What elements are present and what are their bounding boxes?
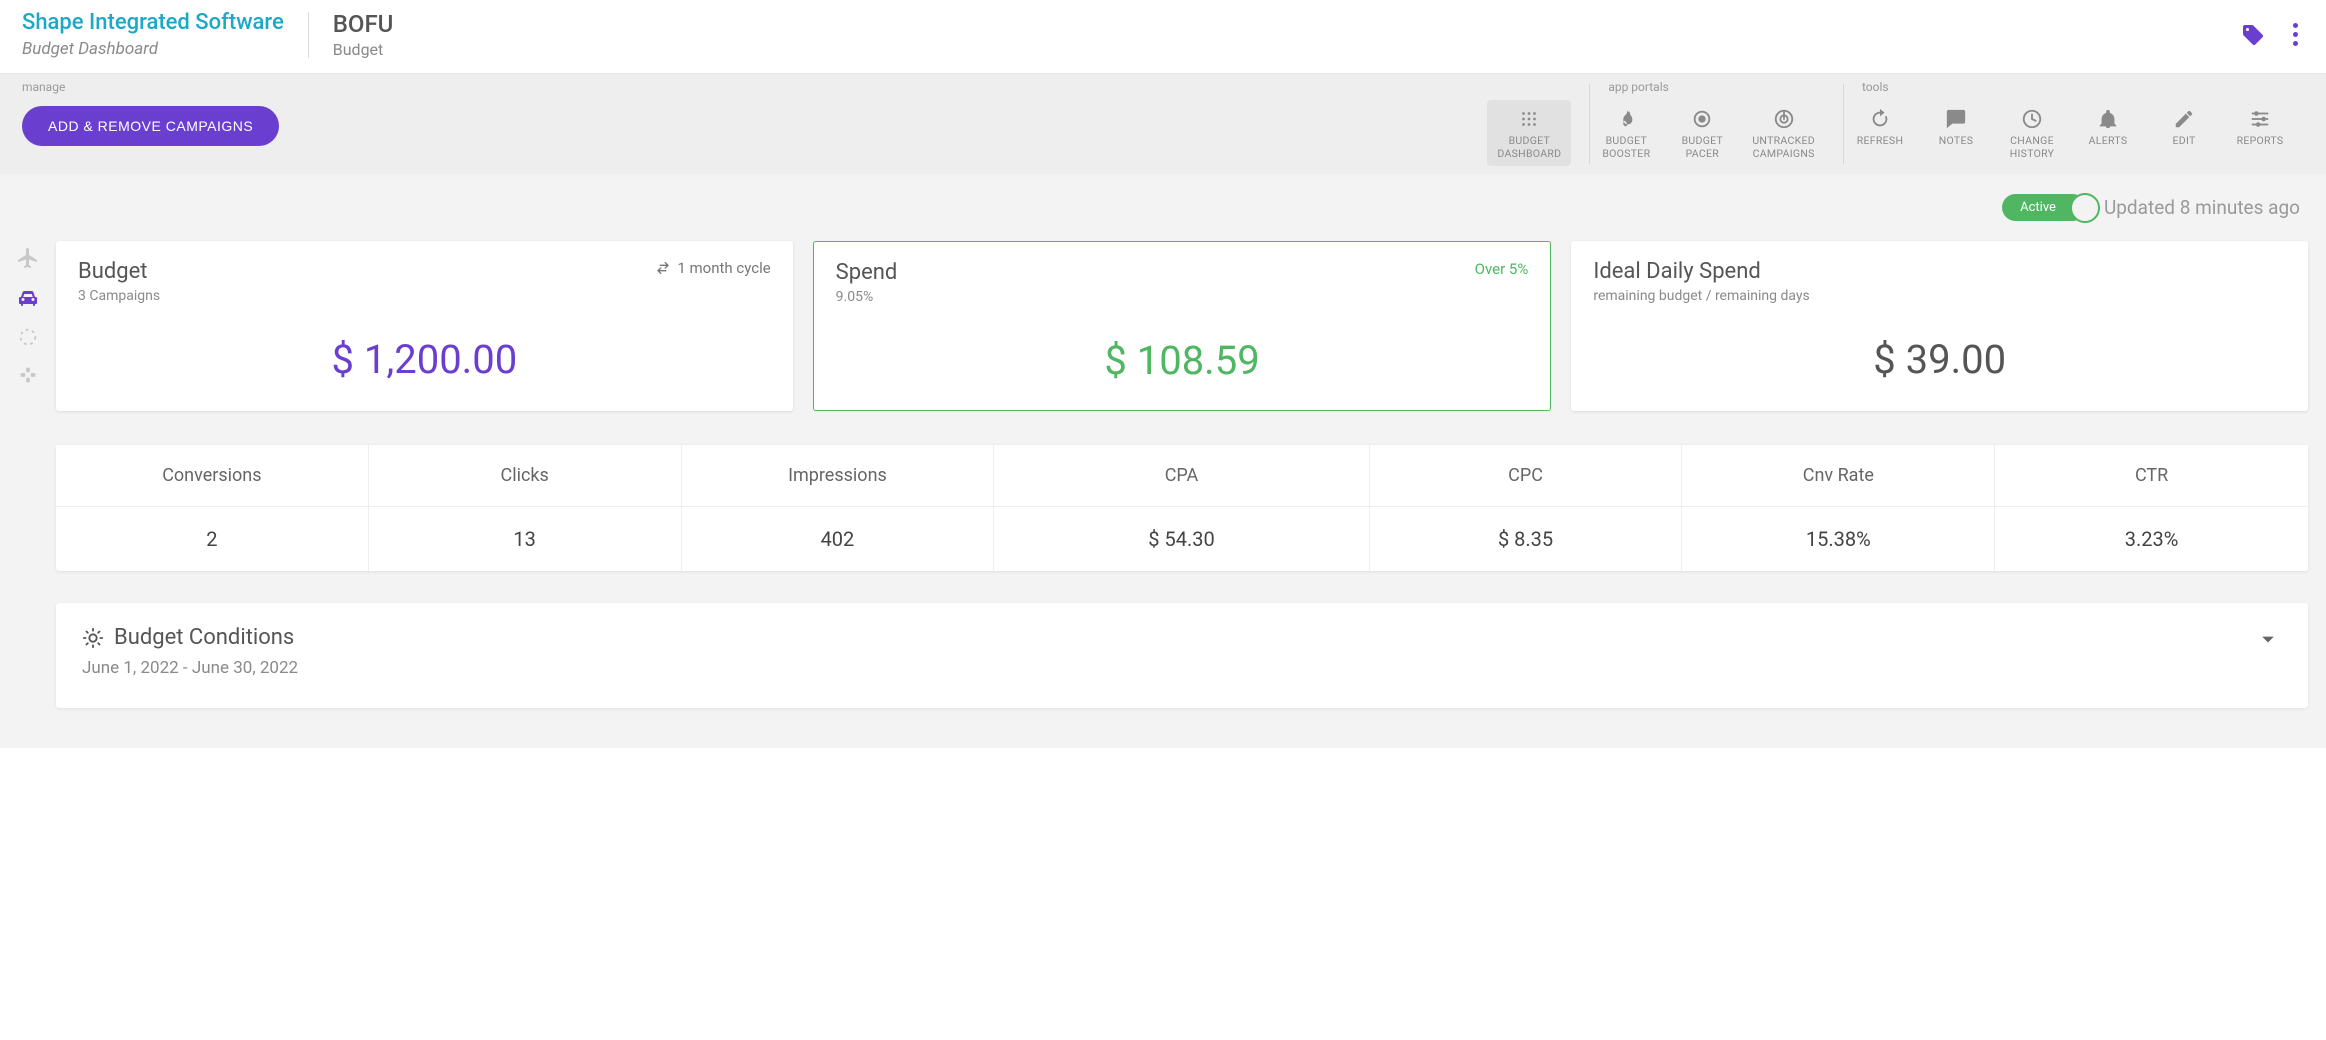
side-nav — [0, 188, 56, 708]
nav-label: BUDGET DASHBOARD — [1497, 134, 1561, 160]
bell-icon — [2097, 106, 2119, 132]
tool-reports[interactable]: REPORTS — [2224, 100, 2296, 166]
metric-header: Clicks — [369, 445, 682, 507]
tool-label: EDIT — [2172, 134, 2195, 147]
tool-edit[interactable]: EDIT — [2148, 100, 2220, 166]
car-icon[interactable] — [16, 286, 40, 310]
summary-cards: Budget 3 Campaigns 1 month cycle $ 1,200… — [56, 241, 2308, 411]
page-title-block: BOFU Budget — [333, 10, 394, 59]
metric-value: 2 — [56, 507, 369, 571]
toolbar-group-label: app portals — [1608, 80, 1669, 94]
tool-alerts[interactable]: ALERTS — [2072, 100, 2144, 166]
page-title: BOFU — [333, 10, 394, 38]
toolbar: manage ADD & REMOVE CAMPAIGNS BUDGET DAS… — [0, 74, 2326, 174]
refresh-icon — [1869, 106, 1891, 132]
main: Active Updated 8 minutes ago Budget 3 Ca… — [0, 174, 2326, 748]
nav-label: UNTRACKED CAMPAIGNS — [1752, 134, 1815, 160]
budget-conditions-panel[interactable]: Budget Conditions June 1, 2022 - June 30… — [56, 603, 2308, 708]
metric-header: CPC — [1370, 445, 1683, 507]
app-header: Shape Integrated Software Budget Dashboa… — [0, 0, 2326, 74]
tool-change-history[interactable]: CHANGE HISTORY — [1996, 100, 2068, 166]
status-row: Active Updated 8 minutes ago — [56, 188, 2308, 241]
card-spend: Spend 9.05% Over 5% $ 108.59 — [813, 241, 1552, 411]
plane-icon[interactable] — [16, 246, 40, 270]
tool-label: REFRESH — [1857, 134, 1904, 147]
pencil-icon — [2173, 106, 2195, 132]
card-ideal-daily-spend: Ideal Daily Spend remaining budget / rem… — [1571, 241, 2308, 411]
grid-icon — [1518, 106, 1540, 132]
toolbar-group-app-portals: app portals BUDGET BOOSTER BUDGET PACER … — [1590, 74, 1843, 174]
metric-header: Impressions — [682, 445, 995, 507]
history-icon — [2021, 106, 2043, 132]
content: Active Updated 8 minutes ago Budget 3 Ca… — [56, 188, 2308, 708]
nav-label: BUDGET BOOSTER — [1602, 134, 1650, 160]
plus-icon[interactable] — [17, 364, 39, 386]
card-budget: Budget 3 Campaigns 1 month cycle $ 1,200… — [56, 241, 793, 411]
nav-untracked-campaigns[interactable]: UNTRACKED CAMPAIGNS — [1742, 100, 1825, 166]
brand-block: Shape Integrated Software Budget Dashboa… — [22, 10, 308, 59]
metric-value: $ 8.35 — [1370, 507, 1683, 571]
add-remove-campaigns-button[interactable]: ADD & REMOVE CAMPAIGNS — [22, 106, 279, 146]
page-subtitle: Budget — [333, 40, 394, 59]
budget-value: $ 1,200.00 — [78, 336, 771, 383]
cycle-icon — [655, 260, 671, 276]
card-title: Spend — [836, 260, 898, 285]
divider — [308, 12, 309, 58]
brand-subtitle: Budget Dashboard — [22, 39, 284, 59]
more-icon[interactable] — [2293, 23, 2298, 46]
card-subtitle: 9.05% — [836, 289, 898, 305]
conditions-date-range: June 1, 2022 - June 30, 2022 — [82, 658, 298, 678]
flame-icon — [1615, 106, 1637, 132]
tool-notes[interactable]: NOTES — [1920, 100, 1992, 166]
status-updated: Updated 8 minutes ago — [2104, 196, 2300, 219]
metric-value: $ 54.30 — [994, 507, 1369, 571]
sliders-icon — [2249, 106, 2271, 132]
toolbar-group-tools: tools REFRESH NOTES CHANGE HISTORY — [1844, 74, 2314, 174]
header-actions — [2241, 23, 2304, 47]
metric-header: Conversions — [56, 445, 369, 507]
tool-label: ALERTS — [2089, 134, 2128, 147]
card-subtitle: 3 Campaigns — [78, 288, 160, 304]
card-subtitle: remaining budget / remaining days — [1593, 288, 1809, 304]
sun-icon — [82, 627, 104, 649]
conditions-title: Budget Conditions — [114, 625, 294, 650]
card-title: Budget — [78, 259, 160, 284]
card-title: Ideal Daily Spend — [1593, 259, 1809, 284]
nav-budget-booster[interactable]: BUDGET BOOSTER — [1590, 100, 1662, 166]
status-badge[interactable]: Active — [2002, 194, 2086, 221]
toolbar-group-label: tools — [1862, 80, 1889, 94]
metric-value: 15.38% — [1682, 507, 1995, 571]
brand-title[interactable]: Shape Integrated Software — [22, 10, 284, 35]
toolbar-group-manage: manage ADD & REMOVE CAMPAIGNS — [22, 74, 297, 174]
ideal-value: $ 39.00 — [1593, 336, 2286, 383]
toolbar-group-label: manage — [22, 80, 65, 94]
tag-icon[interactable] — [2241, 23, 2265, 47]
chevron-down-icon[interactable] — [2254, 625, 2282, 653]
metric-value: 13 — [369, 507, 682, 571]
metric-value: 3.23% — [1995, 507, 2308, 571]
tool-label: CHANGE HISTORY — [2010, 134, 2055, 160]
metric-value: 402 — [682, 507, 995, 571]
nav-budget-pacer[interactable]: BUDGET PACER — [1666, 100, 1738, 166]
budget-cycle: 1 month cycle — [655, 259, 770, 277]
spend-value: $ 108.59 — [836, 337, 1529, 384]
conditions-title-row: Budget Conditions — [82, 625, 298, 650]
toolbar-group-dashboard: BUDGET DASHBOARD — [1469, 74, 1589, 174]
metric-header: CTR — [1995, 445, 2308, 507]
nav-budget-dashboard[interactable]: BUDGET DASHBOARD — [1487, 100, 1571, 166]
tool-label: REPORTS — [2237, 134, 2284, 147]
spend-status: Over 5% — [1475, 260, 1529, 278]
target-icon — [1691, 106, 1713, 132]
tool-refresh[interactable]: REFRESH — [1844, 100, 1916, 166]
notes-icon — [1945, 106, 1967, 132]
metric-header: Cnv Rate — [1682, 445, 1995, 507]
tool-label: NOTES — [1939, 134, 1974, 147]
cycle-text: 1 month cycle — [677, 259, 770, 277]
metric-header: CPA — [994, 445, 1369, 507]
metrics-table: Conversions Clicks Impressions CPA CPC C… — [56, 445, 2308, 571]
nav-label: BUDGET PACER — [1682, 134, 1724, 160]
radar-icon — [1773, 106, 1795, 132]
circle-dashed-icon[interactable] — [17, 326, 39, 348]
